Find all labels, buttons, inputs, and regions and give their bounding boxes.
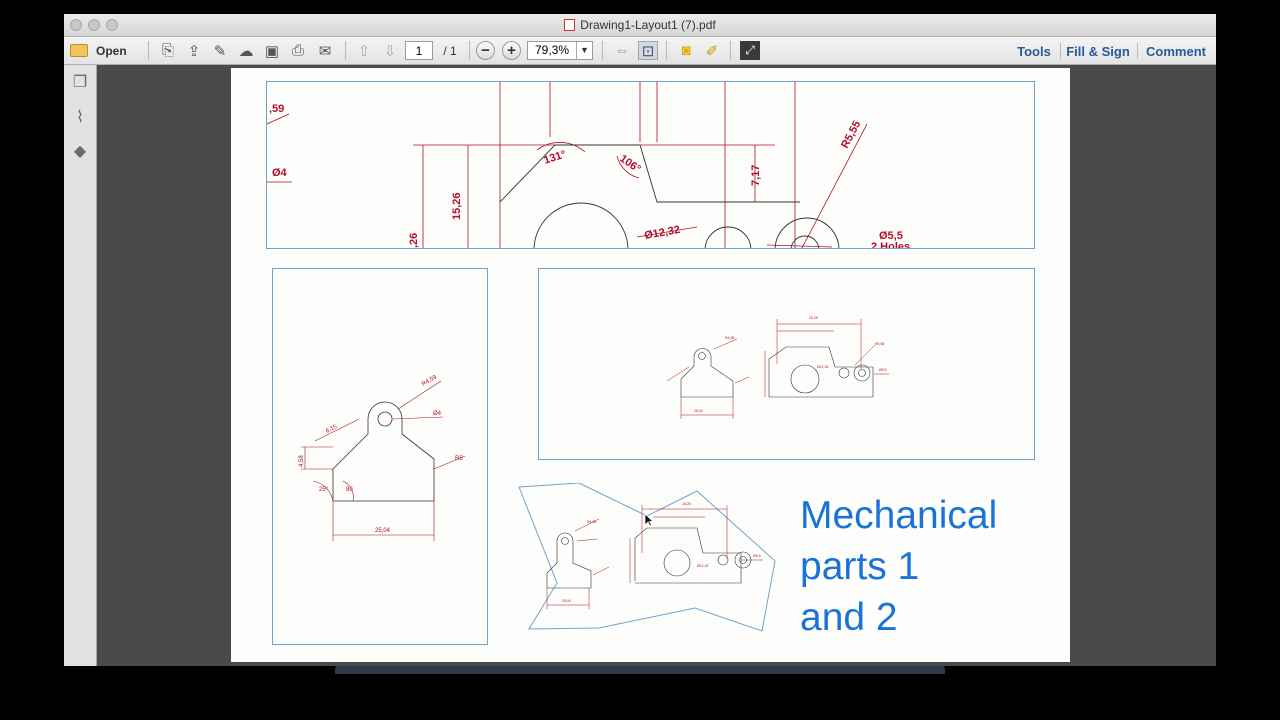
- title-bar: Drawing1-Layout1 (7).pdf: [64, 14, 1216, 37]
- dim-label: 15,26: [451, 192, 463, 220]
- zoom-select[interactable]: 79,3% ▼: [527, 41, 593, 60]
- dim-label: Ø4: [272, 167, 288, 179]
- dim-label: 15,26: [682, 502, 691, 506]
- dim-label: R5,55: [839, 119, 863, 151]
- page-thumbnails-icon[interactable]: ❐: [70, 72, 90, 92]
- dim-label: R4,59: [587, 520, 596, 524]
- dim-label: 4,58: [299, 455, 305, 467]
- toolbar-divider: [1060, 43, 1061, 59]
- top-view-drawing: ,59 Ø4 131° 106° 15,26 7,17 R5,55 Ø12,32…: [267, 82, 910, 249]
- attachments-icon[interactable]: ⌇: [70, 107, 90, 127]
- dim-label: R4,59: [421, 374, 438, 388]
- pdf-page: ,59 Ø4 131° 106° 15,26 7,17 R5,55 Ø12,32…: [231, 68, 1070, 662]
- right-viewport: 25,04 R4,59 15,26 Ø12,32 R5,55 Ø5,5: [538, 268, 1035, 460]
- dim-label: Ø5,5: [753, 554, 761, 558]
- sticky-note-icon[interactable]: ◙: [676, 41, 696, 60]
- dim-label: Ø12,32: [697, 564, 709, 568]
- print-icon[interactable]: ⎙: [288, 41, 308, 60]
- toolbar-divider: [345, 41, 346, 60]
- dim-label: R4,59: [725, 336, 734, 340]
- comment-button[interactable]: Comment: [1144, 42, 1208, 60]
- toolbar-divider: [148, 41, 149, 60]
- document-area[interactable]: ,59 Ø4 131° 106° 15,26 7,17 R5,55 Ø12,32…: [97, 65, 1216, 666]
- dock: [335, 666, 945, 674]
- dim-label: 25,04: [694, 409, 703, 413]
- highlight-icon[interactable]: ✐: [702, 41, 722, 60]
- dim-label: 2 Holes: [871, 241, 910, 249]
- irregular-viewport: 25,04 R4,59 15,26 Ø12,32 Ø5,5: [518, 483, 776, 632]
- next-page-icon[interactable]: ⇩: [380, 41, 400, 60]
- folder-icon: [70, 44, 88, 57]
- toolbar-divider: [666, 41, 667, 60]
- layers-icon[interactable]: ◆: [70, 141, 90, 161]
- toolbar-divider: [730, 41, 731, 60]
- dim-label: 80: [346, 487, 353, 493]
- pdf-file-icon: [564, 19, 576, 31]
- dim-label: 25,04: [375, 528, 391, 534]
- toolbar-divider: [469, 41, 470, 60]
- page-total: / 1: [443, 43, 457, 58]
- tools-button[interactable]: Tools: [1012, 42, 1056, 60]
- edit-pdf-icon[interactable]: ✎: [210, 41, 230, 60]
- pdf-viewer-window: Drawing1-Layout1 (7).pdf Open ⎘ ⇪ ✎ ☁ ▣ …: [64, 14, 1216, 666]
- save-icon[interactable]: ▣: [262, 41, 282, 60]
- fill-sign-button[interactable]: Fill & Sign: [1066, 42, 1130, 60]
- caption-line: parts 1: [800, 545, 920, 588]
- dim-label: Ø4: [433, 411, 442, 417]
- dim-label: 6,15: [325, 424, 339, 435]
- fit-width-icon[interactable]: ⇔: [612, 41, 632, 60]
- toolbar: Open ⎘ ⇪ ✎ ☁ ▣ ⎙ ✉ ⇧ ⇩ / 1 − + 79,3% ▼ ⇔…: [64, 37, 1216, 65]
- page-number-input[interactable]: [405, 41, 433, 60]
- dim-label: Ø12,32: [643, 224, 681, 242]
- zoom-out-icon[interactable]: −: [476, 41, 495, 60]
- left-viewport: R4,59 Ø4 6,15 4,58 R5 25,04 25° 80: [272, 268, 488, 645]
- dim-label: R5,55: [875, 342, 884, 346]
- fullscreen-icon[interactable]: ⤢: [740, 41, 760, 60]
- chevron-down-icon[interactable]: ▼: [576, 42, 592, 59]
- left-view-drawing: R4,59 Ø4 6,15 4,58 R5 25,04 25° 80: [299, 374, 466, 541]
- dim-label: Ø12,32: [817, 365, 829, 369]
- upload-cloud-icon[interactable]: ☁: [236, 41, 256, 60]
- dim-label: 15,26: [809, 316, 818, 320]
- email-icon[interactable]: ✉: [315, 41, 335, 60]
- dim-label: 7,17: [750, 165, 762, 186]
- dim-label: ,26: [408, 233, 420, 248]
- navigation-pane: ❐ ⌇ ◆: [64, 65, 97, 666]
- dim-label: 106°: [617, 153, 643, 176]
- export-pdf-icon[interactable]: ⇪: [184, 41, 204, 60]
- top-viewport: ,59 Ø4 131° 106° 15,26 7,17 R5,55 Ø12,32…: [266, 81, 1035, 249]
- open-button[interactable]: Open: [70, 41, 132, 60]
- zoom-value: 79,3%: [534, 43, 570, 57]
- toolbar-divider: [602, 41, 603, 60]
- create-pdf-icon[interactable]: ⎘: [158, 41, 178, 60]
- dim-label: R5: [455, 456, 463, 462]
- dim-label: 25°: [319, 487, 329, 493]
- zoom-in-icon[interactable]: +: [502, 41, 521, 60]
- previous-page-icon[interactable]: ⇧: [354, 41, 374, 60]
- dim-label: ,59: [269, 103, 284, 115]
- fit-page-icon[interactable]: ⊡: [638, 41, 658, 60]
- toolbar-divider: [1137, 43, 1138, 59]
- dim-label: 131°: [542, 148, 567, 166]
- window-title: Drawing1-Layout1 (7).pdf: [64, 18, 1216, 32]
- mouse-cursor-icon: [644, 513, 654, 527]
- caption-line: Mechanical: [800, 494, 998, 537]
- dim-label: 25,04: [562, 599, 571, 603]
- dim-label: Ø5,5: [879, 368, 887, 372]
- caption-text: Mechanical parts 1 and 2: [800, 490, 1060, 643]
- right-view-drawing: 25,04 R4,59 15,26 Ø12,32 R5,55 Ø5,5: [666, 316, 889, 419]
- caption-line: and 2: [800, 596, 898, 639]
